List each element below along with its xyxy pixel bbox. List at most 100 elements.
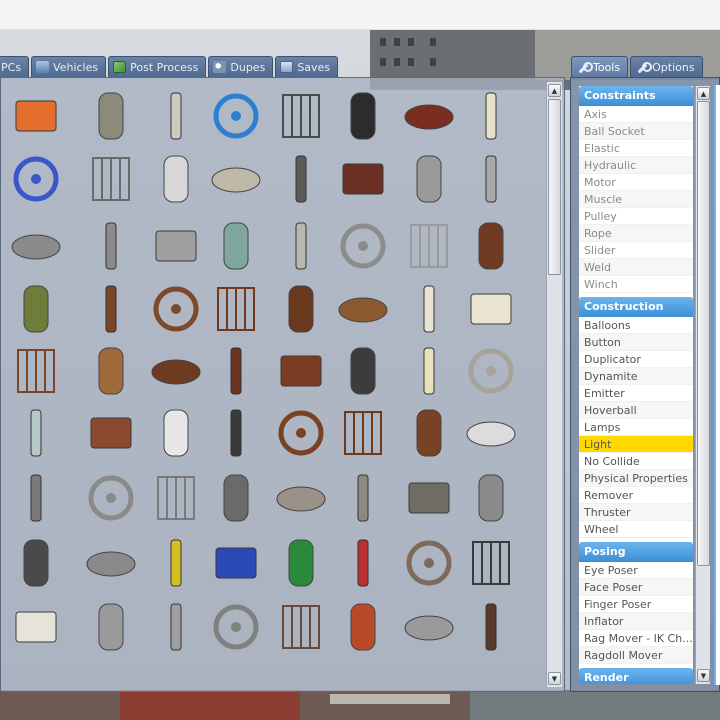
crate-prop[interactable] — [206, 148, 266, 210]
cage-blue-prop[interactable] — [206, 532, 266, 594]
tool-item[interactable]: Muscle — [579, 191, 693, 208]
bathtub-prop[interactable] — [271, 215, 331, 277]
tool-item[interactable]: Face Poser — [579, 579, 693, 596]
mattress-prop[interactable] — [399, 278, 459, 340]
door-prop[interactable] — [271, 148, 331, 210]
scroll-up-button[interactable]: ▲ — [548, 84, 561, 97]
table-prop[interactable] — [6, 340, 66, 402]
spool-prop[interactable] — [6, 85, 66, 147]
panel-prop[interactable] — [146, 85, 206, 147]
mattress-2-prop[interactable] — [461, 278, 521, 340]
tool-item[interactable]: Ball Socket — [579, 123, 693, 140]
small-fence-prop[interactable] — [6, 215, 66, 277]
hook-prop[interactable] — [399, 596, 459, 658]
tool-item[interactable]: Axis — [579, 106, 693, 123]
scroll-down-button[interactable]: ▼ — [548, 672, 561, 685]
tombstone-prop[interactable] — [399, 467, 459, 529]
props-scrollbar[interactable]: ▲ ▼ — [546, 82, 562, 687]
fence-section-prop[interactable] — [146, 215, 206, 277]
drawer-2-prop[interactable] — [271, 278, 331, 340]
gravestone-2-prop[interactable] — [333, 467, 393, 529]
tool-item[interactable]: Inflator — [579, 613, 693, 630]
fountain-prop[interactable] — [206, 215, 266, 277]
tool-item[interactable]: Pulley — [579, 208, 693, 225]
sink-prop[interactable] — [146, 402, 206, 464]
tab-npcs[interactable]: PCs — [0, 56, 30, 77]
bar-prop[interactable] — [81, 596, 141, 658]
bed-frame-prop[interactable] — [333, 215, 393, 277]
tool-item[interactable]: Ragdoll Mover — [579, 647, 693, 664]
tool-item[interactable]: Elastic — [579, 140, 693, 157]
tab-dupes[interactable]: Dupes — [208, 56, 274, 77]
monument-prop[interactable] — [399, 532, 459, 594]
cage-yellow-prop[interactable] — [146, 532, 206, 594]
toilet-prop[interactable] — [461, 402, 521, 464]
tool-item[interactable]: Emitter — [579, 385, 693, 402]
fire-extinguisher-prop[interactable] — [333, 85, 393, 147]
tools-scrollbar[interactable]: ▲ ▼ — [695, 86, 710, 684]
gas-canister-prop[interactable] — [399, 85, 459, 147]
tool-item[interactable]: No Collide — [579, 453, 693, 470]
street-light-prop[interactable] — [461, 532, 521, 594]
scroll-thumb[interactable] — [548, 99, 561, 275]
tab-saves[interactable]: Saves — [275, 56, 339, 77]
stove-prop[interactable] — [333, 340, 393, 402]
dresser-prop[interactable] — [81, 278, 141, 340]
tool-item[interactable]: Motor — [579, 174, 693, 191]
fridge-prop[interactable] — [399, 340, 459, 402]
bar-2-prop[interactable] — [146, 596, 206, 658]
tool-item[interactable]: Rag Mover - IK Ch... — [579, 630, 693, 647]
grate-prop[interactable] — [81, 467, 141, 529]
couch-prop[interactable] — [6, 278, 66, 340]
dresser-2-prop[interactable] — [146, 278, 206, 340]
tool-item[interactable]: Slider — [579, 242, 693, 259]
tool-item[interactable]: Rope — [579, 225, 693, 242]
wood-chair-prop[interactable] — [461, 215, 521, 277]
tool-item[interactable]: Thruster — [579, 504, 693, 521]
pipe-prop[interactable] — [6, 467, 66, 529]
propane-tank-prop[interactable] — [461, 85, 521, 147]
grate-2-prop[interactable] — [146, 467, 206, 529]
cage-grey-prop[interactable] — [81, 532, 141, 594]
sign-prop[interactable] — [146, 148, 206, 210]
nightstand-prop[interactable] — [271, 340, 331, 402]
drawer-prop[interactable] — [206, 278, 266, 340]
tools-scroll-thumb[interactable] — [697, 101, 710, 566]
fence-prop[interactable] — [81, 215, 141, 277]
tool-item[interactable]: Hoverball — [579, 402, 693, 419]
blue-chair-prop[interactable] — [6, 148, 66, 210]
bench-prop[interactable] — [81, 402, 141, 464]
desk-prop[interactable] — [146, 340, 206, 402]
tab-options[interactable]: Options — [630, 56, 703, 77]
barrel-prop[interactable] — [271, 596, 331, 658]
lamp-prop[interactable] — [6, 532, 66, 594]
tool-item[interactable]: Lamps — [579, 419, 693, 436]
round-table-prop[interactable] — [271, 402, 331, 464]
tool-item[interactable]: Winch — [579, 276, 693, 293]
category-header-posing[interactable]: Posing — [579, 542, 693, 562]
tool-item[interactable]: Button — [579, 334, 693, 351]
cabinet-prop[interactable] — [206, 340, 266, 402]
hooks-prop[interactable] — [206, 596, 266, 658]
tool-item[interactable]: Wheel — [579, 521, 693, 538]
rust-barrel-prop[interactable] — [333, 596, 393, 658]
red-door-prop[interactable] — [333, 148, 393, 210]
table-2-prop[interactable] — [333, 402, 393, 464]
tool-item[interactable]: Duplicator — [579, 351, 693, 368]
tool-item[interactable]: Light — [579, 436, 693, 453]
tool-item[interactable]: Finger Poser — [579, 596, 693, 613]
tab-tools[interactable]: Tools — [571, 56, 629, 77]
radiator-prop[interactable] — [461, 340, 521, 402]
mailbox-prop[interactable] — [461, 467, 521, 529]
category-header-construction[interactable]: Construction — [579, 297, 693, 317]
tool-item[interactable]: Remover — [579, 487, 693, 504]
fence-panel-2-prop[interactable] — [461, 148, 521, 210]
fence-panel-prop[interactable] — [399, 148, 459, 210]
tools-scroll-up-button[interactable]: ▲ — [697, 87, 710, 100]
category-header-constraints[interactable]: Constraints — [579, 86, 693, 106]
gravestone-prop[interactable] — [271, 467, 331, 529]
board-prop[interactable] — [333, 278, 393, 340]
blue-barrel-prop[interactable] — [206, 85, 266, 147]
tool-item[interactable]: Balloons — [579, 317, 693, 334]
tab-post-process[interactable]: Post Process — [108, 56, 207, 77]
